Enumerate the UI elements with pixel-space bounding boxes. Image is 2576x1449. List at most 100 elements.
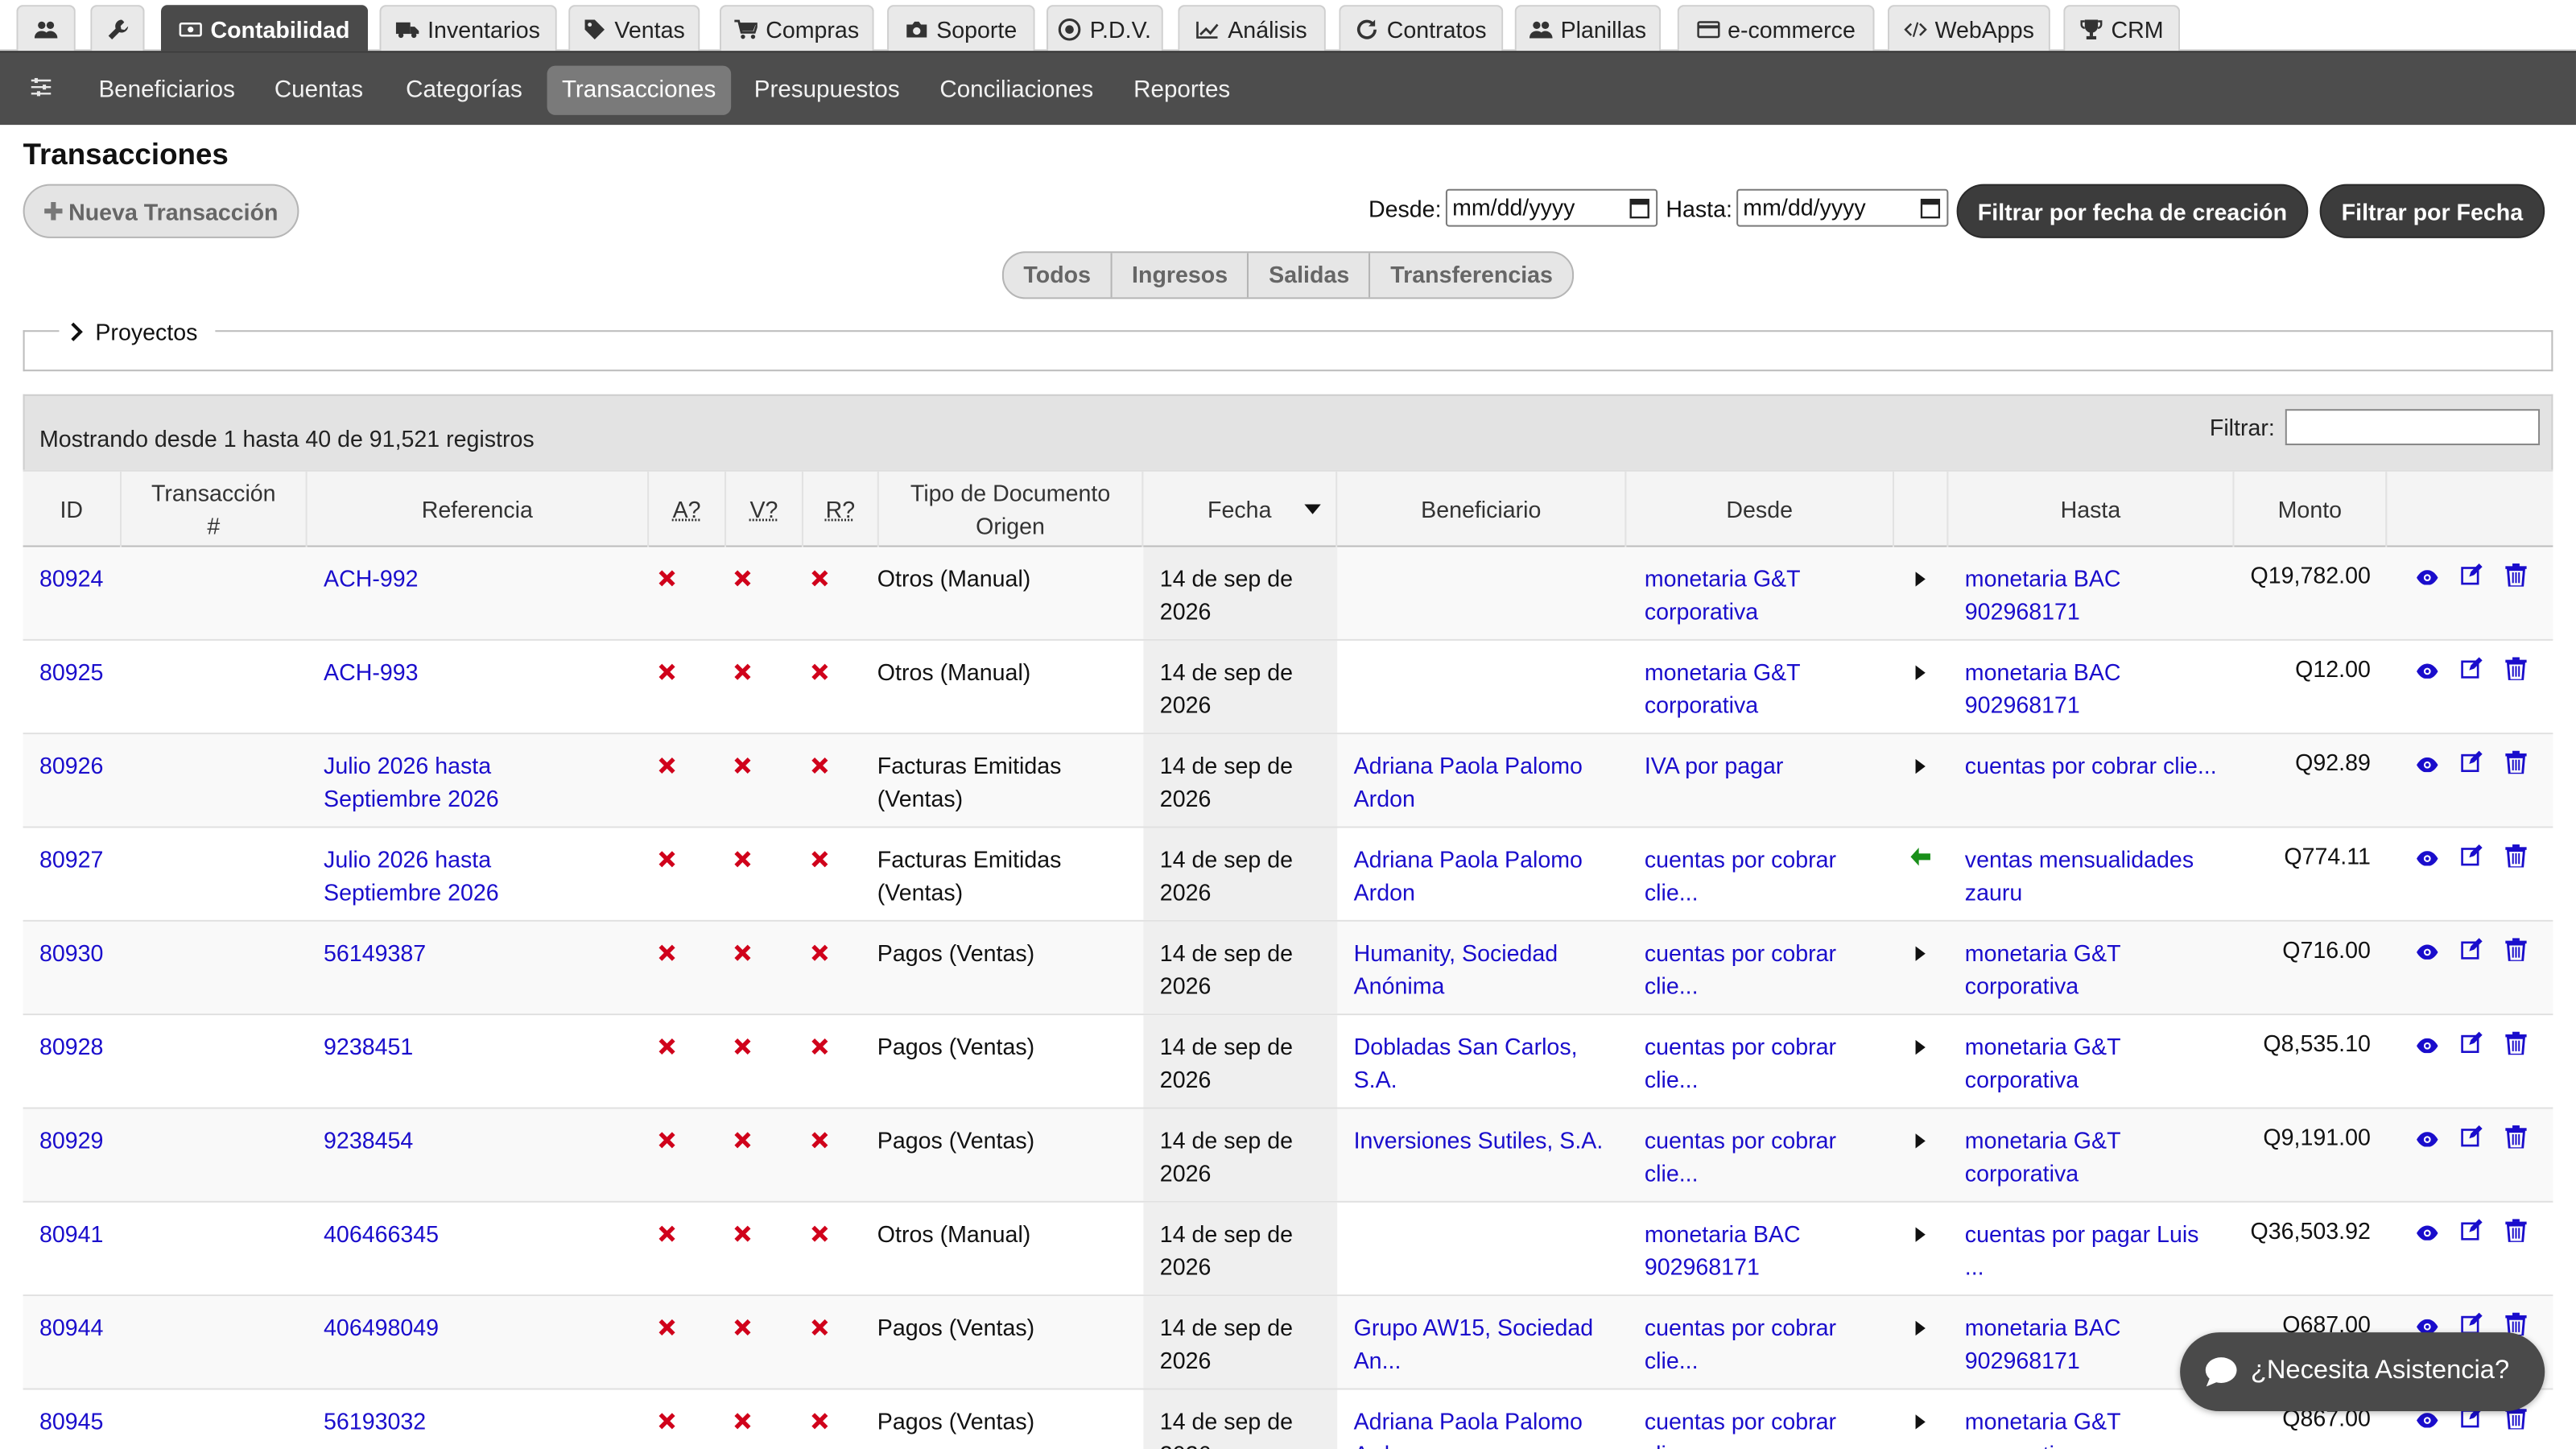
sliders-icon[interactable]: [30, 76, 53, 99]
cell-desde[interactable]: cuentas por cobrarclie...: [1645, 1030, 1836, 1096]
cell-hasta[interactable]: monetaria G&Tcorporativa: [1965, 1030, 2121, 1096]
cell-referencia[interactable]: 56193032: [324, 1405, 426, 1438]
cell-id[interactable]: 80929: [39, 1124, 103, 1157]
delete-trash-icon[interactable]: [2505, 657, 2527, 682]
module-tab-webapps[interactable]: WebApps: [1887, 5, 2050, 52]
calendar-icon[interactable]: [1920, 197, 1941, 219]
cell-id[interactable]: 80945: [39, 1405, 103, 1438]
delete-trash-icon[interactable]: [2505, 1125, 2527, 1150]
calendar-icon[interactable]: [1629, 197, 1649, 219]
cell-desde[interactable]: cuentas por cobrarclie...: [1645, 1405, 1836, 1449]
edit-icon[interactable]: [2461, 750, 2483, 773]
cell-id[interactable]: 80926: [39, 749, 103, 782]
cell-referencia[interactable]: 406498049: [324, 1311, 439, 1344]
edit-icon[interactable]: [2461, 1312, 2483, 1335]
cell-beneficiario[interactable]: Adriana Paola PalomoArdon: [1354, 749, 1583, 815]
col-r[interactable]: R?: [803, 471, 879, 547]
cell-hasta[interactable]: monetaria BAC 902968171: [1965, 655, 2121, 721]
edit-icon[interactable]: [2461, 844, 2483, 866]
delete-trash-icon[interactable]: [2505, 938, 2527, 963]
module-tab-contratos[interactable]: Contratos: [1339, 5, 1504, 52]
view-eye-icon[interactable]: [2417, 1032, 2438, 1054]
view-eye-icon[interactable]: [2417, 657, 2438, 679]
delete-trash-icon[interactable]: [2505, 1219, 2527, 1244]
cell-id[interactable]: 80924: [39, 562, 103, 595]
subnav-conciliaciones[interactable]: Conciliaciones: [925, 66, 1108, 115]
edit-icon[interactable]: [2461, 1031, 2483, 1054]
col-transaccion[interactable]: Transacción #: [122, 471, 308, 547]
module-tab-contabilidad[interactable]: Contabilidad: [160, 5, 369, 52]
filter-input[interactable]: [2285, 409, 2541, 446]
cell-beneficiario[interactable]: Humanity, Sociedad Anónima: [1354, 936, 1558, 1002]
cell-referencia[interactable]: 9238454: [324, 1124, 413, 1157]
cell-desde[interactable]: monetaria G&T corporativa: [1645, 562, 1801, 628]
assistance-chat-button[interactable]: ¿Necesita Asistencia?: [2180, 1332, 2545, 1412]
cell-id[interactable]: 80944: [39, 1311, 103, 1344]
col-referencia[interactable]: Referencia: [308, 471, 650, 547]
cell-hasta[interactable]: monetaria BAC 902968171: [1965, 562, 2121, 628]
cell-beneficiario[interactable]: Adriana Paola PalomoArdon: [1354, 1405, 1583, 1449]
cell-referencia[interactable]: 406466345: [324, 1217, 439, 1250]
subnav-cuentas[interactable]: Cuentas: [259, 66, 378, 115]
filter-by-date-button[interactable]: Filtrar por Fecha: [2319, 184, 2545, 238]
cell-hasta[interactable]: ventas mensualidades zauru: [1965, 843, 2194, 909]
cell-hasta[interactable]: monetaria G&Tcorporativa: [1965, 1124, 2121, 1190]
delete-trash-icon[interactable]: [2505, 1312, 2527, 1337]
edit-icon[interactable]: [2461, 657, 2483, 679]
view-eye-icon[interactable]: [2417, 938, 2438, 960]
view-eye-icon[interactable]: [2417, 564, 2438, 585]
segment-todos[interactable]: Todos: [1004, 253, 1113, 298]
module-tab-crm[interactable]: CRM: [2063, 5, 2181, 52]
cell-referencia[interactable]: Julio 2026 hasta Septiembre 2026: [324, 843, 499, 909]
cell-referencia[interactable]: ACH-993: [324, 655, 419, 688]
table-row[interactable]: 80925 ACH-993 Otros (Manual) 14 de sep de 20…: [23, 640, 2553, 735]
cell-desde[interactable]: cuentas por cobrarclie...: [1645, 1311, 1836, 1377]
hasta-date-input[interactable]: mm/dd/yyyy: [1736, 188, 1949, 227]
table-row[interactable]: 80924 ACH-992 Otros (Manual) 14 de sep de 20…: [23, 547, 2553, 641]
cell-desde[interactable]: cuentas por cobrarclie...: [1645, 1124, 1836, 1190]
module-tab-pdv[interactable]: P.D.V.: [1046, 5, 1163, 52]
module-tab-planillas[interactable]: Planillas: [1514, 5, 1662, 52]
cell-id[interactable]: 80925: [39, 655, 103, 688]
cell-desde[interactable]: cuentas por cobrarclie...: [1645, 843, 1836, 909]
table-row[interactable]: 80945 56193032 Pagos (Ventas) 14 de sep de2…: [23, 1389, 2553, 1449]
col-tipo-documento[interactable]: Tipo de Documento Origen: [879, 471, 1144, 547]
edit-icon[interactable]: [2461, 1125, 2483, 1147]
subnav-presupuestos[interactable]: Presupuestos: [739, 66, 914, 115]
subnav-reportes[interactable]: Reportes: [1119, 66, 1245, 115]
table-row[interactable]: 80928 9238451 Pagos (Ventas) 14 de sep de 20…: [23, 1015, 2553, 1109]
cell-beneficiario[interactable]: Dobladas San Carlos, S.A.: [1354, 1030, 1578, 1096]
projects-toggle[interactable]: Proyectos: [69, 319, 197, 345]
cell-id[interactable]: 80928: [39, 1030, 103, 1063]
module-tab-inventarios[interactable]: Inventarios: [379, 5, 557, 52]
table-row[interactable]: 80941 406466345 Otros (Manual) 14 de sep de…: [23, 1202, 2553, 1297]
module-tab-tools[interactable]: [90, 5, 145, 52]
view-eye-icon[interactable]: [2417, 844, 2438, 866]
col-id[interactable]: ID: [23, 471, 122, 547]
col-fecha[interactable]: Fecha: [1143, 471, 1338, 547]
delete-trash-icon[interactable]: [2505, 750, 2527, 775]
view-eye-icon[interactable]: [2417, 751, 2438, 773]
segment-salidas[interactable]: Salidas: [1249, 253, 1371, 298]
col-a[interactable]: A?: [649, 471, 727, 547]
subnav-transacciones[interactable]: Transacciones: [547, 65, 731, 115]
col-desde[interactable]: Desde: [1626, 471, 1895, 547]
cell-id[interactable]: 80927: [39, 843, 103, 876]
segment-ingresos[interactable]: Ingresos: [1113, 253, 1249, 298]
subnav-categorias[interactable]: Categorías: [391, 66, 538, 115]
cell-hasta[interactable]: monetaria BAC 902968171: [1965, 1311, 2121, 1377]
module-tab-compras[interactable]: Compras: [719, 5, 874, 52]
cell-referencia[interactable]: 56149387: [324, 936, 426, 969]
delete-trash-icon[interactable]: [2505, 564, 2527, 588]
col-hasta[interactable]: Hasta: [1948, 471, 2235, 547]
table-row[interactable]: 80926 Julio 2026 hasta Septiembre 2026 Fact…: [23, 734, 2553, 828]
module-tab-ventas[interactable]: Ventas: [568, 5, 700, 52]
table-row[interactable]: 80930 56149387 Pagos (Ventas) 14 de sep de 2…: [23, 921, 2553, 1016]
cell-desde[interactable]: monetaria BAC 902968171: [1645, 1217, 1801, 1283]
module-tab-ecommerce[interactable]: e-commerce: [1677, 5, 1875, 52]
cell-referencia[interactable]: Julio 2026 hasta Septiembre 2026: [324, 749, 499, 815]
cell-id[interactable]: 80930: [39, 936, 103, 969]
table-row[interactable]: 80944 406498049 Pagos (Ventas) 14 de sep de…: [23, 1296, 2553, 1390]
cell-beneficiario[interactable]: Inversiones Sutiles, S.A.: [1354, 1124, 1604, 1157]
cell-beneficiario[interactable]: Grupo AW15, Sociedad An...: [1354, 1311, 1594, 1377]
